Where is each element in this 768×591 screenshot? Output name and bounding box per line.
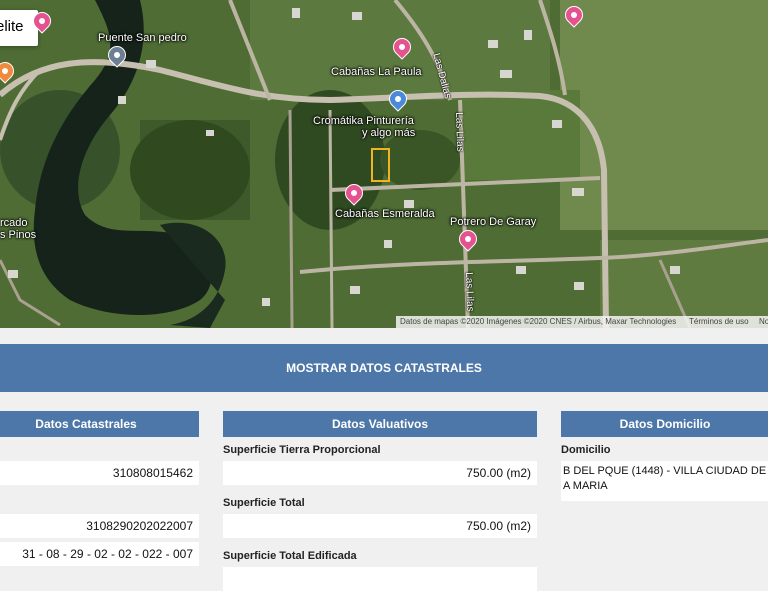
catastral-value-2: 3108290202022007 bbox=[0, 514, 199, 538]
valuativos-header: Datos Valuativos bbox=[223, 411, 537, 437]
field-label-domicilio: Domicilio bbox=[561, 444, 611, 456]
map-terms-link[interactable]: Términos de uso bbox=[685, 316, 755, 328]
domicilio-header: Datos Domicilio bbox=[561, 411, 768, 437]
street-label-lilas-south: Las Lilas bbox=[463, 272, 476, 312]
place-label-mercado-sub[interactable]: s Pinos bbox=[0, 229, 36, 241]
field-label-superficie-total: Superficie Total bbox=[223, 497, 305, 509]
field-value-superficie-total: 750.00 (m2) bbox=[223, 514, 537, 538]
place-label-cromatika[interactable]: Cromátika Pinturería bbox=[313, 115, 414, 127]
field-value-superficie-edificada bbox=[223, 567, 537, 591]
field-label-superficie-edificada: Superficie Total Edificada bbox=[223, 550, 357, 562]
catastral-value-1: 310808015462 bbox=[0, 461, 199, 485]
place-label-cromatika-sub[interactable]: y algo más bbox=[362, 127, 415, 139]
map-attribution: Datos de mapas ©2020 Imágenes ©2020 CNES… bbox=[396, 316, 685, 328]
catastral-value-3: 31 - 08 - 29 - 02 - 02 - 022 - 007 bbox=[0, 542, 199, 566]
map-type-label: elite bbox=[0, 18, 24, 35]
map-type-button[interactable]: elite bbox=[0, 10, 38, 46]
catastrales-header: Datos Catastrales bbox=[0, 411, 199, 437]
field-label-superficie-tierra: Superficie Tierra Proporcional bbox=[223, 444, 381, 456]
show-cadastral-data-button[interactable]: MOSTRAR DATOS CATASTRALES bbox=[0, 344, 768, 392]
map-report-link[interactable]: No bbox=[755, 316, 768, 328]
field-value-superficie-tierra: 750.00 (m2) bbox=[223, 461, 537, 485]
place-label-cabanas-paula[interactable]: Cabañas La Paula bbox=[331, 66, 422, 78]
place-label-potrero[interactable]: Potrero De Garay bbox=[450, 216, 536, 228]
street-label-lilas-north: Las Lilas bbox=[453, 112, 466, 152]
place-label-esmeralda[interactable]: Cabañas Esmeralda bbox=[335, 208, 435, 220]
place-label-mercado[interactable]: rcado bbox=[0, 217, 28, 229]
place-label-puente[interactable]: Puente San pedro bbox=[98, 32, 187, 44]
field-value-domicilio: B DEL PQUE (1448) - VILLA CIUDAD DE A MA… bbox=[561, 461, 768, 501]
satellite-map[interactable]: elite Puente San pedro Cabañas La Paula … bbox=[0, 0, 768, 328]
